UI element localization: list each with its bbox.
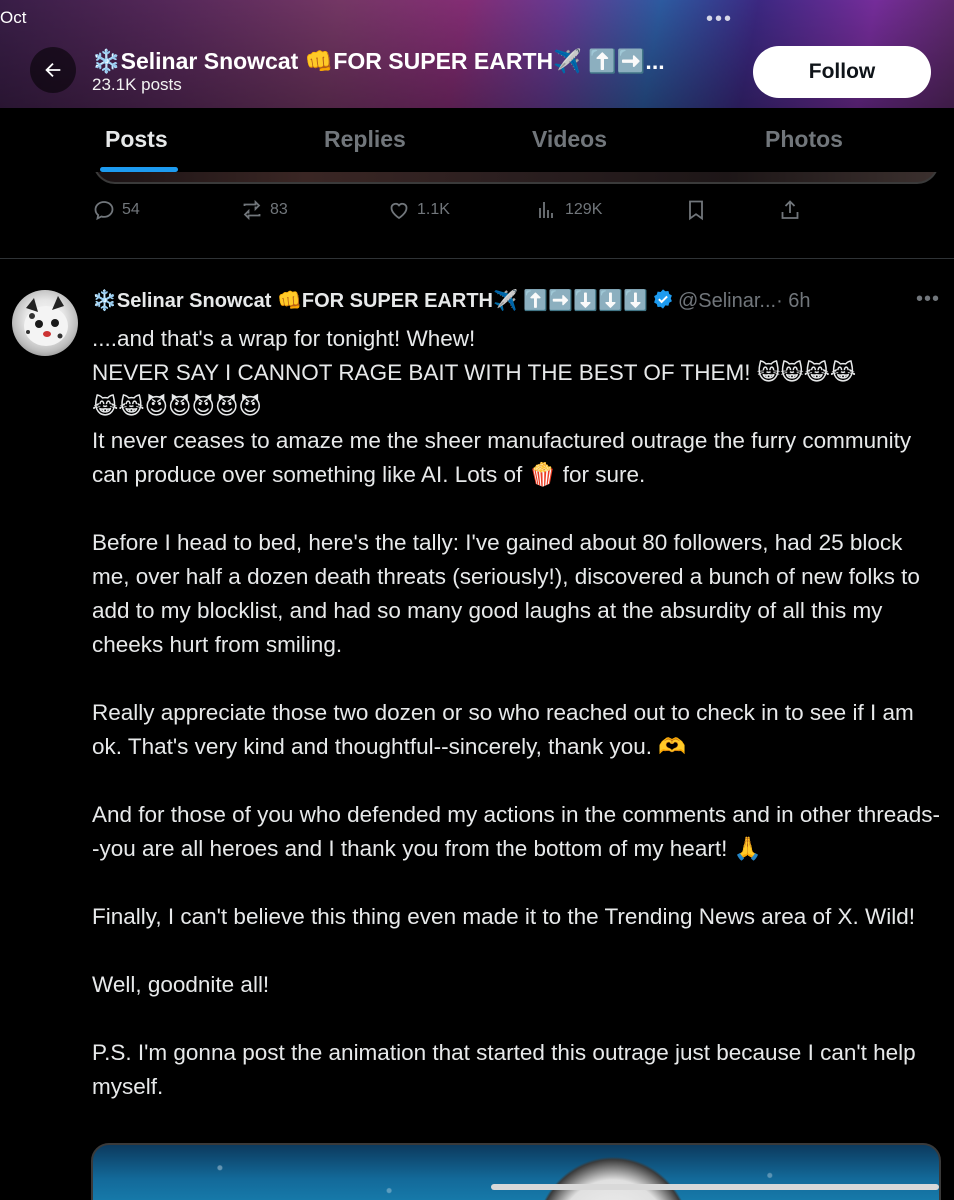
views-count: 129K [565, 201, 603, 218]
arrow-left-icon [45, 62, 61, 78]
repost-action[interactable]: 83 [240, 198, 288, 222]
heart-icon [390, 202, 408, 220]
posts-count: 23.1K posts [92, 75, 182, 94]
post-media-video[interactable] [91, 1143, 941, 1200]
bookmark-action[interactable] [684, 198, 708, 222]
avatar[interactable] [12, 290, 78, 356]
verified-badge-icon [654, 289, 672, 309]
views-action[interactable]: 129K [535, 198, 602, 222]
post-divider [0, 258, 954, 259]
share-icon [781, 200, 799, 219]
back-button[interactable] [30, 47, 76, 93]
post-author-name[interactable]: ❄️Selinar Snowcat 👊FOR SUPER EARTH✈️ ⬆️➡… [92, 290, 648, 312]
share-action[interactable] [778, 198, 802, 222]
post-text: ....and that's a wrap for tonight! Whew!… [92, 326, 940, 1099]
follow-button[interactable]: Follow [753, 46, 931, 98]
post-header: ❄️Selinar Snowcat 👊FOR SUPER EARTH✈️ ⬆️➡… [92, 288, 811, 313]
post-time: · 6h [776, 290, 811, 312]
tab-photos[interactable]: Photos [765, 126, 843, 153]
home-indicator[interactable] [491, 1184, 939, 1190]
reply-count: 54 [122, 201, 140, 218]
reply-action[interactable]: 54 [92, 198, 140, 222]
snow-leopard-avatar-icon [24, 296, 68, 346]
tab-videos[interactable]: Videos [532, 126, 607, 153]
status-dots: ••• [706, 8, 734, 30]
repost-icon [243, 199, 261, 221]
tab-replies[interactable]: Replies [324, 126, 406, 153]
profile-header-banner: Oct ••• ❄️Selinar Snowcat 👊FOR SUPER EAR… [0, 0, 954, 108]
more-options-button[interactable]: ••• [916, 288, 940, 311]
reply-icon [94, 201, 114, 221]
previous-post-actions: 54 83 1.1K 129K [92, 198, 832, 228]
repost-count: 83 [270, 201, 288, 218]
like-count: 1.1K [417, 201, 450, 218]
tab-posts[interactable]: Posts [105, 126, 168, 153]
views-icon [539, 202, 553, 218]
like-action[interactable]: 1.1K [387, 198, 450, 222]
media-snow-background [93, 1145, 939, 1200]
post-handle[interactable]: @Selinar... [678, 290, 776, 312]
media-character-figure [523, 1145, 703, 1200]
profile-name: ❄️Selinar Snowcat 👊FOR SUPER EARTH✈️ ⬆️➡… [92, 48, 665, 74]
bookmark-icon [689, 200, 703, 221]
active-tab-indicator [100, 167, 178, 172]
profile-tabs: Posts Replies Videos Photos [0, 108, 954, 172]
status-time: Oct [0, 8, 27, 27]
